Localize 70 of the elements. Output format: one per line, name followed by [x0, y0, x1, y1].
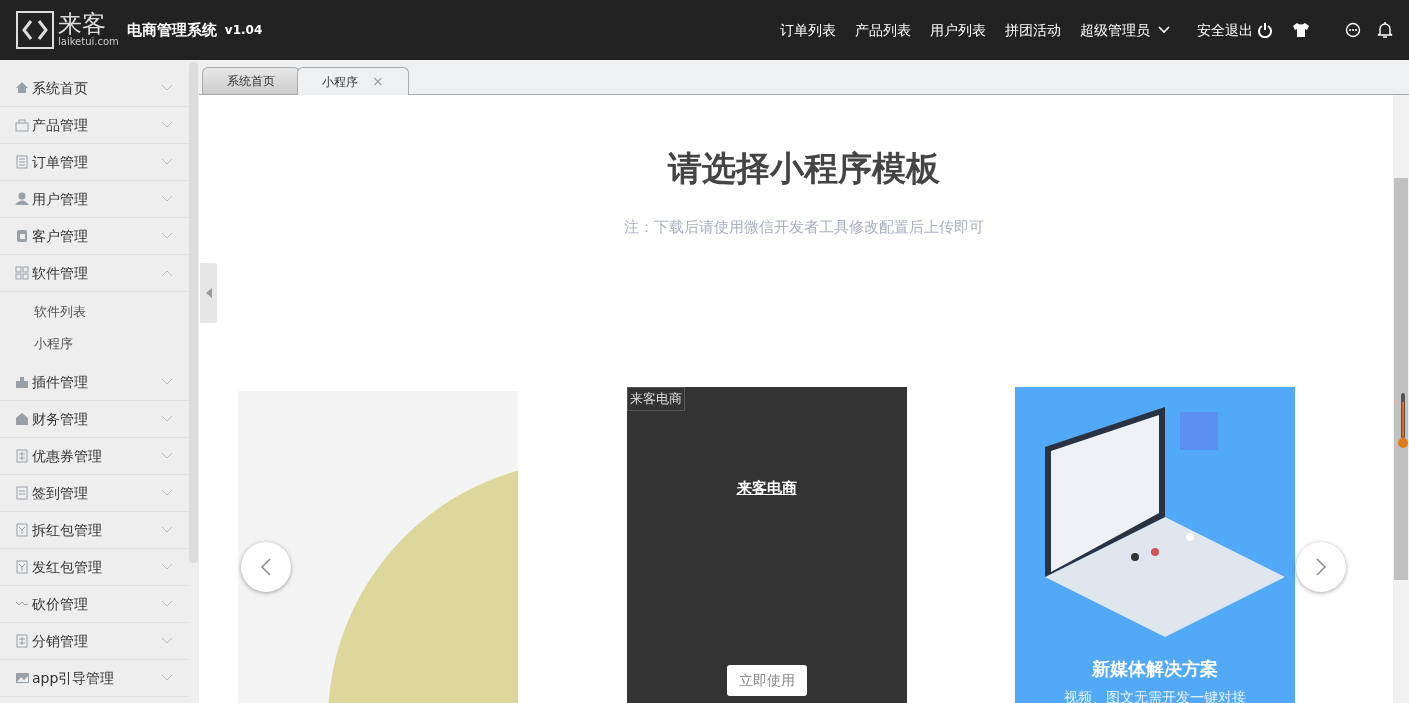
picture-icon	[15, 671, 29, 685]
grid-icon	[15, 266, 29, 280]
tab[interactable]: 系统首页	[202, 67, 300, 94]
chevron-icon	[161, 415, 173, 423]
page-title: 请选择小程序模板	[666, 147, 941, 190]
chevron-icon	[161, 121, 173, 129]
chevron-icon	[161, 637, 173, 645]
chevron-icon	[161, 452, 173, 460]
tab[interactable]: 小程序 ×	[297, 67, 409, 95]
sidebar-item[interactable]: 砍价管理	[0, 586, 189, 623]
nav-link[interactable]: 订单列表	[780, 19, 836, 41]
chat-icon[interactable]	[1345, 22, 1361, 38]
sidebar-subitem[interactable]: 小程序	[0, 328, 189, 360]
chevron-icon	[161, 84, 173, 92]
template-preview-picture[interactable]	[238, 390, 518, 703]
banner-subline: 视频、图文无需开发一键对接	[1063, 687, 1247, 703]
caret-icon	[1158, 26, 1170, 34]
nav-link[interactable]: 用户列表	[930, 19, 986, 41]
document-icon	[15, 449, 29, 463]
banner-headline: 新媒体解决方案	[1091, 656, 1219, 681]
next-button[interactable]	[1296, 542, 1346, 592]
chevron-icon	[161, 195, 173, 203]
chevron-icon	[161, 378, 173, 386]
logo-domain: laiketui.com	[58, 36, 119, 48]
shirt-icon[interactable]	[1292, 23, 1310, 37]
chevron-icon	[161, 158, 173, 166]
chevron-icon	[161, 563, 173, 571]
chevron-icon	[161, 674, 173, 682]
bell-icon[interactable]	[1377, 21, 1393, 39]
template-card[interactable]: 来客电商 来客电商 立即使用	[626, 386, 907, 703]
document-icon	[15, 560, 29, 574]
document-icon	[15, 155, 29, 169]
template-link[interactable]: 来客电商	[626, 476, 907, 499]
sidebar-item[interactable]: 软件管理	[0, 255, 189, 292]
caret-left-icon	[205, 288, 212, 298]
nav-link[interactable]: 拼团活动	[1005, 19, 1061, 41]
thermometer-icon	[1398, 392, 1408, 450]
chevron-icon	[161, 232, 173, 240]
collapse-handle[interactable]	[200, 263, 217, 323]
chevron-icon	[161, 526, 173, 534]
chevron-right-icon	[1316, 558, 1326, 576]
chevron-icon	[161, 600, 173, 608]
sidebar-item[interactable]: app引导管理	[0, 660, 189, 697]
bag-icon	[15, 118, 29, 132]
logout-button[interactable]: 安全退出	[1197, 19, 1273, 41]
document-icon	[15, 229, 29, 243]
chevron-icon	[161, 489, 173, 497]
document-icon	[15, 634, 29, 648]
chevron-left-icon	[261, 558, 271, 576]
sidebar-item[interactable]: 发红包管理	[0, 549, 189, 586]
clipboard-icon	[15, 486, 29, 500]
sidebar-item[interactable]: 分销管理	[0, 623, 189, 660]
scrollbar-thumb[interactable]	[1394, 178, 1408, 580]
version-label: v1.04	[224, 22, 263, 39]
house-icon	[15, 412, 29, 426]
document-icon	[15, 523, 29, 537]
power-icon	[1257, 22, 1273, 38]
puzzle-icon	[15, 375, 29, 389]
page-note: 注：下载后请使用微信开发者工具修改配置后上传即可	[623, 217, 985, 238]
scrollbar-thumb[interactable]	[189, 62, 198, 563]
nav-link[interactable]: 产品列表	[855, 19, 911, 41]
system-title: 电商管理系统	[126, 19, 217, 41]
sidebar-subitem[interactable]: 软件列表	[0, 296, 189, 328]
use-now-button[interactable]: 立即使用	[726, 664, 807, 696]
user-icon	[15, 192, 29, 206]
logo-text: 来客	[58, 12, 106, 36]
chevron-icon	[161, 269, 173, 277]
broken-image-alt: 来客电商	[626, 386, 685, 411]
home-icon	[15, 81, 29, 95]
user-menu[interactable]: 超级管理员	[1080, 19, 1170, 41]
